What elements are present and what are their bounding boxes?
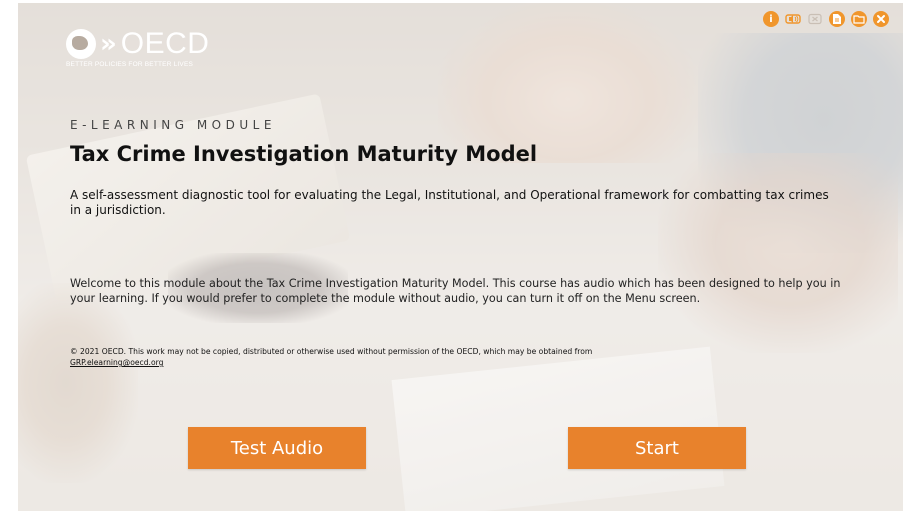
module-eyebrow: E-LEARNING MODULE [70, 118, 276, 132]
document-icon[interactable] [829, 11, 845, 27]
module-title: Tax Crime Investigation Maturity Model [70, 142, 538, 166]
info-glyph: i [769, 13, 773, 25]
info-icon[interactable]: i [763, 11, 779, 27]
logo-chevrons: » [100, 29, 117, 59]
logo-tagline: BETTER POLICIES FOR BETTER LIVES [66, 61, 194, 68]
oecd-logo: » OECD [66, 29, 209, 59]
background-veil [18, 3, 903, 511]
test-audio-button[interactable]: Test Audio [188, 427, 366, 469]
copyright-notice: © 2021 OECD. This work may not be copied… [70, 346, 860, 368]
audio-icon[interactable] [785, 11, 801, 27]
start-button[interactable]: Start [568, 427, 746, 469]
close-captions-icon[interactable] [807, 11, 823, 27]
copyright-text: © 2021 OECD. This work may not be copied… [70, 347, 593, 356]
contact-email-link[interactable]: GRP.elearning@oecd.org [70, 358, 163, 367]
welcome-text: Welcome to this module about the Tax Cri… [70, 277, 841, 305]
module-stage: » OECD BETTER POLICIES FOR BETTER LIVES … [18, 3, 903, 511]
module-subtitle: A self-assessment diagnostic tool for ev… [70, 188, 829, 217]
top-toolbar: i [763, 11, 889, 27]
logo-wordmark: OECD [120, 27, 210, 60]
folder-icon[interactable] [851, 11, 867, 27]
exit-icon[interactable] [873, 11, 889, 27]
globe-icon [66, 29, 96, 59]
